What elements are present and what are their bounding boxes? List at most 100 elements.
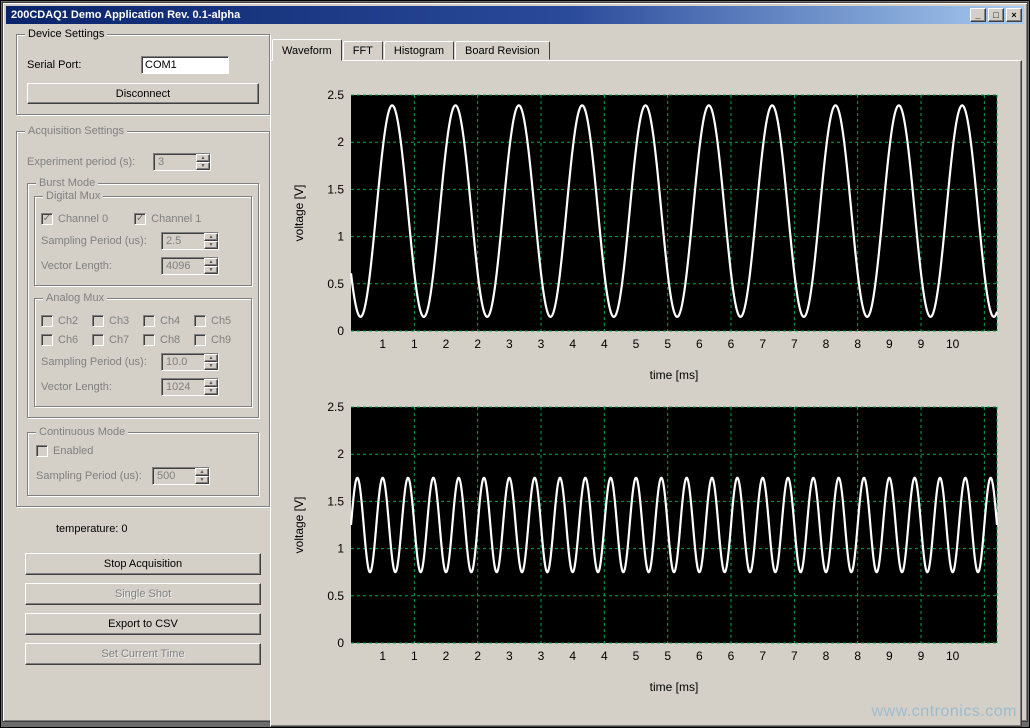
minimize-button[interactable]: _ [970,8,986,22]
client-area: Device Settings Serial Port: Disconnect … [6,24,1024,718]
x-tick-label: 7 [759,337,766,351]
device-settings-group: Device Settings Serial Port: Disconnect [16,34,270,115]
x-tick-label: 2 [443,649,450,663]
x-tick-label: 6 [696,649,703,663]
export-to-csv-button[interactable]: Export to CSV [25,613,261,635]
x-tick-label: 3 [538,649,545,663]
ch9-checkbox: Ch9 [194,334,245,346]
experiment-period-value: 3 [154,154,196,170]
close-button[interactable]: × [1006,8,1022,22]
tab-fft[interactable]: FFT [343,41,383,60]
spin-up-icon: ▲ [204,258,218,266]
disconnect-button[interactable]: Disconnect [27,83,259,104]
acquisition-settings-legend: Acquisition Settings [25,125,127,138]
analog-vector-length-value: 1024 [162,379,204,395]
x-tick-label: 10 [946,337,960,351]
spin-up-icon: ▲ [196,154,210,162]
continuous-sampling-period-label: Sampling Period (us): [36,470,152,482]
x-tick-label: 5 [633,649,640,663]
x-tick-label: 2 [474,337,481,351]
ch6-checkbox: Ch6 [41,334,92,346]
window-title: 200CDAQ1 Demo Application Rev. 0.1-alpha [11,9,240,21]
y-axis-label: voltage [V] [292,185,306,242]
waveform-tab-page: 0 0.5 1 1.5 2 2.5 1 1 2 2 3 3 4 4 5 5 6 6 7 7 8 8 9 9 10 time [ms… [270,60,1022,727]
titlebar: 200CDAQ1 Demo Application Rev. 0.1-alpha… [6,6,1024,24]
x-tick-label: 8 [823,337,830,351]
y-tick-label: 2.5 [327,88,344,102]
analog-mux-group: Analog Mux Ch2 Ch3 Ch4 Ch5 Ch6 Ch7 Ch8 C… [34,298,252,407]
checkbox-icon [36,445,48,457]
checkbox-icon [92,315,104,327]
x-tick-label: 1 [411,649,418,663]
display-tab-control: Waveform FFT Histogram Board Revision 00… [270,38,1022,726]
window-controls: _ □ × [970,8,1022,22]
digital-sampling-period-label: Sampling Period (us): [41,235,161,247]
x-tick-label: 3 [506,649,513,663]
burst-mode-group: Burst Mode Digital Mux ✓ Channel 0 ✓ [27,183,259,418]
x-tick-label: 4 [569,337,576,351]
y-tick-label: 2.5 [327,400,344,414]
x-tick-label: 2 [443,337,450,351]
action-buttons: Stop Acquisition Single Shot Export to C… [16,553,270,665]
spin-down-icon: ▼ [204,266,218,274]
screen: 200CDAQ1 Demo Application Rev. 0.1-alpha… [0,0,1030,728]
analog-vector-length-label: Vector Length: [41,381,161,393]
channel1-label: Channel 1 [151,213,201,225]
digital-mux-legend: Digital Mux [43,190,103,203]
x-tick-label: 10 [946,649,960,663]
spin-up-icon: ▲ [204,379,218,387]
set-current-time-button: Set Current Time [25,643,261,665]
ch8-label: Ch8 [160,334,180,346]
stop-acquisition-button[interactable]: Stop Acquisition [25,553,261,575]
experiment-period-label: Experiment period (s): [27,156,153,168]
app-window: 200CDAQ1 Demo Application Rev. 0.1-alpha… [2,2,1028,722]
serial-port-input[interactable] [141,56,229,74]
temperature-readout: temperature: 0 [56,523,270,535]
channel0-label: Channel 0 [58,213,108,225]
digital-vector-length-label: Vector Length: [41,260,161,272]
y-tick-label: 1 [337,230,344,244]
checkbox-icon [143,315,155,327]
continuous-sampling-period-value: 500 [153,468,195,484]
channel0-checkbox: ✓ Channel 0 [41,213,108,225]
tab-waveform[interactable]: Waveform [272,39,342,61]
y-tick-label: 0 [337,324,344,338]
x-tick-label: 7 [759,649,766,663]
x-axis-label: time [ms] [650,680,699,694]
spin-up-icon: ▲ [204,233,218,241]
x-tick-label: 5 [664,649,671,663]
ch9-label: Ch9 [211,334,231,346]
maximize-button[interactable]: □ [988,8,1004,22]
x-tick-label: 4 [569,649,576,663]
spin-up-icon: ▲ [204,354,218,362]
watermark: www.cntronics.com [872,703,1017,721]
x-tick-label: 3 [538,337,545,351]
analog-sampling-period-label: Sampling Period (us): [41,356,161,368]
tab-histogram[interactable]: Histogram [384,41,454,60]
ch4-label: Ch4 [160,315,180,327]
x-tick-label: 1 [379,337,386,351]
ch5-checkbox: Ch5 [194,315,245,327]
continuous-mode-legend: Continuous Mode [36,426,128,439]
x-tick-label: 8 [854,337,861,351]
x-tick-label: 9 [886,649,893,663]
y-tick-label: 0.5 [327,277,344,291]
x-tick-label: 6 [728,337,735,351]
continuous-mode-group: Continuous Mode Enabled Sampling Period … [27,432,259,496]
y-axis-label: voltage [V] [292,497,306,554]
ch3-label: Ch3 [109,315,129,327]
tab-board-revision[interactable]: Board Revision [455,41,550,60]
ch2-label: Ch2 [58,315,78,327]
analog-sampling-period-spinner: 10.0 ▲▼ [161,353,219,371]
spin-down-icon: ▼ [204,387,218,395]
y-tick-label: 1.5 [327,494,344,508]
maximize-icon: □ [993,10,998,20]
checkbox-icon [194,315,206,327]
ch6-label: Ch6 [58,334,78,346]
y-tick-label: 2 [337,135,344,149]
x-tick-label: 7 [791,649,798,663]
x-tick-label: 9 [886,337,893,351]
spinner-buttons: ▲ ▼ [196,154,210,170]
continuous-sampling-period-spinner: 500 ▲▼ [152,467,210,485]
x-tick-label: 5 [633,337,640,351]
